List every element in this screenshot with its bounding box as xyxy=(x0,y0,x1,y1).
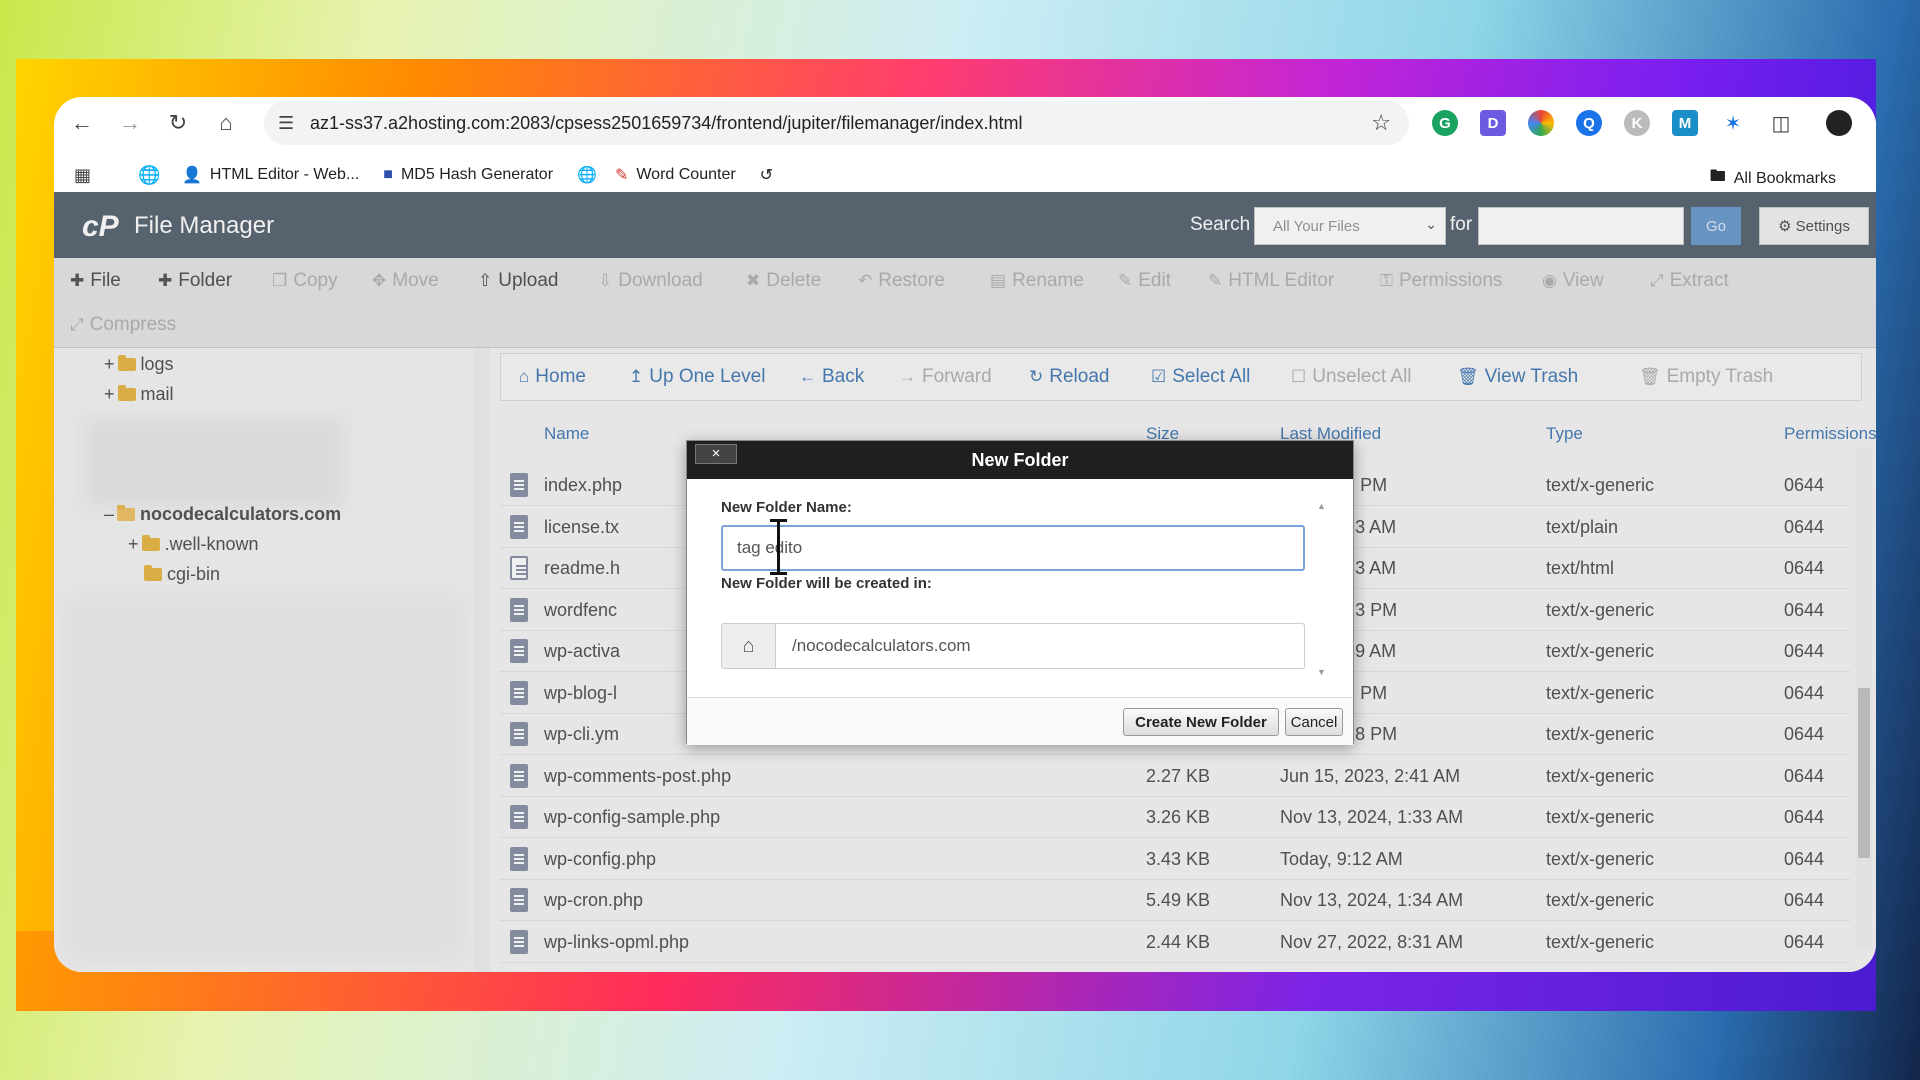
dialog-footer: Create New Folder Cancel xyxy=(687,697,1353,745)
globe-icon[interactable]: 🌐 xyxy=(138,165,160,186)
search-extension-icon[interactable]: Q xyxy=(1576,110,1602,136)
menu-icon[interactable]: ⋮ xyxy=(1874,110,1876,136)
md5-icon: ■ xyxy=(383,166,393,183)
color-picker-icon[interactable] xyxy=(1528,110,1554,136)
browser-window: ← → ↻ ⌂ ☰ az1-ss37.a2hosting.com:2083/cp… xyxy=(54,97,1876,972)
home-icon[interactable]: ⌂ xyxy=(206,103,246,143)
reload-icon[interactable]: ↻ xyxy=(158,103,198,143)
scroll-up-icon[interactable]: ▲ xyxy=(1317,501,1326,511)
d-extension-icon[interactable]: D xyxy=(1480,110,1506,136)
scroll-down-icon[interactable]: ▼ xyxy=(1317,667,1326,677)
k-extension-icon[interactable]: K xyxy=(1624,110,1650,136)
all-bookmarks[interactable]: 🖿 All Bookmarks xyxy=(1710,165,1836,192)
globe-icon[interactable]: 🌐 xyxy=(577,165,597,185)
map-extension-icon[interactable]: M xyxy=(1672,110,1698,136)
extensions-icon[interactable]: ◫ xyxy=(1768,110,1794,136)
folder-icon: 🖿 xyxy=(1709,168,1726,185)
grammarly-icon[interactable]: G xyxy=(1432,110,1458,136)
person-icon: 👤 xyxy=(182,167,202,184)
new-folder-dialog: New Folder × New Folder Name: New Folder… xyxy=(686,440,1354,745)
word-counter-icon: ✎ xyxy=(614,167,629,184)
site-settings-icon[interactable]: ☰ xyxy=(278,113,310,134)
folder-name-label: New Folder Name: xyxy=(721,499,852,516)
puzzle-icon[interactable]: ✶ xyxy=(1720,110,1746,136)
apps-grid-icon[interactable]: ▦ xyxy=(74,165,91,186)
close-button[interactable]: × xyxy=(695,444,737,464)
home-icon: ⌂ xyxy=(722,624,776,668)
address-bar[interactable]: ☰ az1-ss37.a2hosting.com:2083/cpsess2501… xyxy=(264,101,1409,145)
folder-location-field: ⌂ /nocodecalculators.com xyxy=(721,623,1305,669)
folder-name-input[interactable]: tag edito xyxy=(721,525,1305,571)
location-label: New Folder will be created in: xyxy=(721,575,932,592)
back-arrow-icon[interactable]: ← xyxy=(62,103,102,143)
bookmark-html-editor[interactable]: 👤 HTML Editor - Web... xyxy=(182,165,359,185)
bookmark-md5[interactable]: ■ MD5 Hash Generator xyxy=(383,165,553,185)
bookmark-word-counter[interactable]: ✎ Word Counter xyxy=(615,165,736,185)
history-icon[interactable]: ↺ xyxy=(760,165,773,185)
dialog-title: New Folder xyxy=(687,441,1353,479)
cancel-button[interactable]: Cancel xyxy=(1285,708,1343,736)
browser-toolbar: ← → ↻ ⌂ ☰ az1-ss37.a2hosting.com:2083/cp… xyxy=(54,97,1876,153)
create-folder-button[interactable]: Create New Folder xyxy=(1123,708,1279,736)
text-cursor-icon xyxy=(770,519,787,575)
url-text: az1-ss37.a2hosting.com:2083/cpsess250165… xyxy=(310,112,1023,133)
avatar[interactable] xyxy=(1826,110,1852,136)
bookmark-star-icon[interactable]: ☆ xyxy=(1371,110,1391,136)
folder-location-path: /nocodecalculators.com xyxy=(792,636,971,655)
dialog-scrollbar[interactable]: ▲ ▼ xyxy=(1315,501,1329,677)
forward-arrow-icon[interactable]: → xyxy=(110,103,150,143)
